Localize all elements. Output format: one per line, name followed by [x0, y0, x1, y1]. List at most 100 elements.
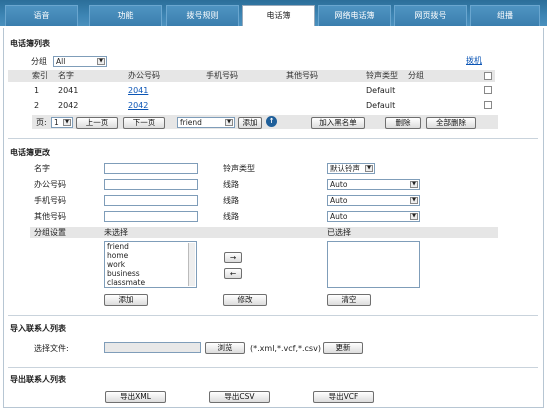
ring-type-value: 默认铃声 — [330, 164, 360, 173]
unselected-groups-list[interactable]: friend home work business classmate — [104, 241, 197, 288]
row2-ring: Default — [366, 101, 396, 110]
info-icon[interactable]: ↑ — [266, 116, 277, 127]
page-label: 页: — [36, 118, 47, 127]
office-line-value: Auto — [330, 180, 348, 189]
list-item[interactable]: home — [105, 251, 196, 260]
tab-phonebook[interactable]: 电话簿 — [242, 5, 315, 26]
office-line-label: 线路 — [223, 180, 239, 189]
chevron-down-icon: ▼ — [410, 181, 418, 188]
other-line-value: Auto — [330, 212, 348, 221]
other-line-label: 线路 — [223, 212, 239, 221]
row2-office-link[interactable]: 2042 — [128, 100, 148, 112]
row2-index: 2 — [34, 101, 40, 110]
next-page-button[interactable]: 下一页 — [123, 117, 165, 129]
export-section-title: 导出联系人列表 — [10, 375, 66, 384]
group-setting-label: 分组设置 — [34, 228, 66, 237]
move-right-button[interactable]: → — [224, 252, 242, 263]
other-label: 其他号码 — [34, 212, 66, 221]
add-contact-button[interactable]: 添加 — [104, 294, 148, 306]
export-vcf-button[interactable]: 导出VCF — [313, 391, 374, 403]
move-left-button[interactable]: ← — [224, 268, 242, 279]
col-other: 其他号码 — [286, 71, 318, 80]
col-index: 索引 — [32, 71, 48, 80]
add-to-group-value: friend — [180, 118, 202, 127]
tab-web-dial[interactable]: 网页拨号 — [394, 5, 467, 26]
tab-network-phonebook[interactable]: 网络电话簿 — [318, 5, 391, 26]
tab-features[interactable]: 功能 — [89, 5, 162, 26]
divider — [8, 367, 538, 368]
unselected-label: 未选择 — [104, 228, 128, 237]
row1-index: 1 — [34, 86, 40, 95]
divider — [8, 315, 538, 316]
col-mobile: 手机号码 — [206, 71, 238, 80]
file-path-input[interactable] — [104, 342, 201, 353]
row1-office-link[interactable]: 2041 — [128, 85, 148, 97]
list-item[interactable]: classmate — [105, 278, 196, 287]
tab-voice[interactable]: 语音 — [5, 5, 78, 26]
chevron-down-icon: ▼ — [365, 165, 373, 172]
group-filter-label: 分组 — [31, 57, 47, 66]
tab-dial-rules[interactable]: 拨号规则 — [166, 5, 239, 26]
group-filter-select[interactable]: All ▼ — [53, 56, 107, 67]
mobile-line-value: Auto — [330, 196, 348, 205]
add-to-group-select[interactable]: friend ▼ — [177, 117, 235, 128]
group-filter-value: All — [56, 57, 66, 66]
col-ring: 铃声类型 — [366, 71, 398, 80]
select-all-checkbox[interactable] — [484, 72, 492, 80]
file-label: 选择文件: — [34, 344, 69, 353]
clear-button[interactable]: 清空 — [327, 294, 371, 306]
tab-multicast[interactable]: 组播 — [470, 5, 540, 26]
row1-ring: Default — [366, 86, 396, 95]
file-extensions-hint: (*.xml,*.vcf,*.csv) — [250, 344, 321, 353]
row1-name: 2041 — [58, 86, 79, 95]
list-item[interactable]: friend — [105, 242, 196, 251]
row1-checkbox[interactable] — [484, 86, 492, 94]
row2-checkbox[interactable] — [484, 101, 492, 109]
divider — [8, 138, 538, 139]
office-input[interactable] — [104, 179, 198, 190]
col-group: 分组 — [408, 71, 424, 80]
chevron-down-icon: ▼ — [225, 119, 233, 126]
mobile-label: 手机号码 — [34, 196, 66, 205]
browse-button[interactable]: 浏览 — [205, 342, 245, 354]
other-input[interactable] — [104, 211, 198, 222]
chevron-down-icon: ▼ — [63, 119, 71, 126]
list-item[interactable]: business — [105, 269, 196, 278]
export-csv-button[interactable]: 导出CSV — [209, 391, 270, 403]
page-select[interactable]: 1 ▼ — [51, 117, 73, 128]
delete-all-button[interactable]: 全部删除 — [426, 117, 476, 129]
update-button[interactable]: 更新 — [323, 342, 363, 354]
ring-type-label: 铃声类型 — [223, 164, 255, 173]
page-value: 1 — [54, 118, 59, 127]
other-line-select[interactable]: Auto ▼ — [327, 211, 420, 222]
name-label: 名字 — [34, 164, 50, 173]
mobile-line-label: 线路 — [223, 196, 239, 205]
export-xml-button[interactable]: 导出XML — [105, 391, 166, 403]
group-setting-header — [30, 227, 498, 238]
dial-link[interactable]: 拨机 — [466, 55, 482, 67]
row2-name: 2042 — [58, 101, 79, 110]
list-section-title: 电话簿列表 — [10, 39, 50, 48]
selected-groups-list[interactable] — [327, 241, 420, 288]
office-line-select[interactable]: Auto ▼ — [327, 179, 420, 190]
ring-type-select[interactable]: 默认铃声 ▼ — [327, 163, 375, 174]
add-to-blacklist-button[interactable]: 加入黑名单 — [311, 117, 365, 129]
chevron-down-icon: ▼ — [410, 213, 418, 220]
mobile-line-select[interactable]: Auto ▼ — [327, 195, 420, 206]
chevron-down-icon: ▼ — [97, 58, 105, 65]
chevron-down-icon: ▼ — [410, 197, 418, 204]
add-to-group-button[interactable]: 添加 — [238, 117, 262, 129]
office-label: 办公号码 — [34, 180, 66, 189]
selected-label: 已选择 — [327, 228, 351, 237]
col-office: 办公号码 — [128, 71, 160, 80]
list-item[interactable]: work — [105, 260, 196, 269]
edit-section-title: 电话簿更改 — [10, 148, 50, 157]
name-input[interactable] — [104, 163, 198, 174]
delete-button[interactable]: 删除 — [385, 117, 421, 129]
import-section-title: 导入联系人列表 — [10, 324, 66, 333]
modify-contact-button[interactable]: 修改 — [223, 294, 267, 306]
prev-page-button[interactable]: 上一页 — [76, 117, 118, 129]
list-scrollbar[interactable] — [188, 243, 195, 286]
mobile-input[interactable] — [104, 195, 198, 206]
col-name: 名字 — [58, 71, 74, 80]
